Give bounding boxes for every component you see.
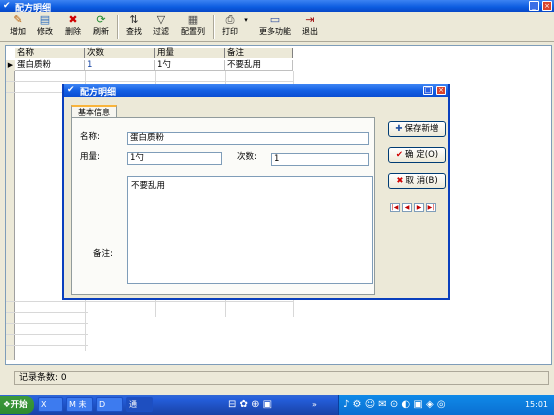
toolbar-edit-label: 修改 [37, 27, 53, 36]
column-header-name[interactable]: 名称 [15, 48, 85, 58]
toolbar-add-label: 增加 [10, 27, 26, 36]
maximize-button[interactable]: □ [423, 86, 433, 95]
amount-field[interactable]: 1勺 [127, 152, 222, 165]
toolbar-exit-label: 退出 [302, 27, 318, 36]
toolbar-find-label: 查找 [126, 27, 142, 36]
nav-prev-button[interactable]: ◀ [402, 203, 412, 212]
toolbar-exit-button[interactable]: ⇥ 退出 [297, 13, 323, 40]
toolbar-separator [117, 15, 119, 39]
toolbar-find-button[interactable]: ⇅ 查找 [121, 13, 147, 40]
main-titlebar: ✔ 配方明细 _ × [0, 0, 554, 14]
dialog-titlebar: ✔ 配方明细 □ × [64, 84, 448, 98]
more-icon: ▭ [269, 13, 281, 26]
confirm-label: 确 定(O) [405, 150, 439, 160]
save-new-button[interactable]: ✚ 保存新增 [388, 121, 446, 137]
add-icon: ✎ [13, 13, 23, 26]
taskbar-app-3[interactable]: D [96, 397, 123, 412]
taskbar-app-2[interactable]: M 未 [66, 397, 93, 412]
toolbar-print-label: 打印 [222, 27, 238, 36]
print-icon: ⎙ [225, 13, 235, 26]
tray-icons[interactable]: ♪ ⚙ ☺ ✉ ⊙ ◐ ▣ ◈ ◎ [343, 398, 446, 412]
toolbar-filter-button[interactable]: ▽ 过滤 [148, 13, 174, 40]
system-tray: ♪ ⚙ ☺ ✉ ⊙ ◐ ▣ ◈ ◎ 15:01 [338, 395, 554, 415]
nav-first-button[interactable]: |◀ [390, 203, 400, 212]
edit-icon: ▤ [39, 13, 51, 26]
minimize-button[interactable]: _ [529, 1, 539, 11]
formula-detail-dialog: ✔ 配方明细 □ × 基本信息 名称: 蛋白质粉 用量: 1勺 次数: 1 不要… [62, 84, 450, 300]
close-icon: ✖ [396, 176, 404, 186]
dialog-app-icon: ✔ [67, 85, 75, 95]
close-button[interactable]: × [542, 1, 552, 11]
print-dropdown-button[interactable]: ▾ [242, 13, 250, 40]
taskbar-app-1[interactable]: X [38, 397, 63, 412]
count-label: 次数: [237, 152, 257, 162]
checkmark-icon: ✔ [395, 150, 404, 160]
toolbar-edit-button[interactable]: ▤ 修改 [32, 13, 58, 40]
toolbar-more-label: 更多功能 [259, 27, 291, 36]
column-header-count[interactable]: 次数 [85, 48, 155, 58]
toolbar-config-columns-button[interactable]: ▦ 配置列 [177, 13, 209, 40]
toolbar-refresh-button[interactable]: ⟳ 刷新 [88, 13, 114, 40]
table-cell-name[interactable]: 蛋白质粉 [15, 60, 85, 71]
app-icon: ✔ [3, 1, 11, 11]
nav-last-button[interactable]: ▶| [426, 203, 436, 212]
toolbar-filter-label: 过滤 [153, 27, 169, 36]
delete-icon: ✖ [68, 13, 78, 26]
cancel-label: 取 消(B) [405, 176, 438, 186]
amount-label: 用量: [80, 152, 100, 162]
cancel-button[interactable]: ✖ 取 消(B) [388, 173, 446, 189]
filter-icon: ▽ [156, 13, 166, 26]
config-columns-icon: ▦ [187, 13, 199, 26]
dialog-title: 配方明细 [80, 88, 117, 98]
save-new-label: 保存新增 [404, 124, 439, 134]
start-label: 开始 [10, 400, 28, 410]
chevron-right-icon[interactable]: » [312, 398, 317, 412]
toolbar: ✎ 增加 ▤ 修改 ✖ 删除 ⟳ 刷新 ⇅ 查找 ▽ 过滤 ▦ 配置列 ⎙ 打印… [0, 12, 554, 42]
column-header-amount[interactable]: 用量 [155, 48, 225, 58]
toolbar-refresh-label: 刷新 [93, 27, 109, 36]
column-header-note[interactable]: 备注 [225, 48, 293, 58]
taskbar: ❖开始 X M 未 D 通 ⊟ ✿ ⊕ ▣ » ♪ ⚙ ☺ ✉ ⊙ ◐ ▣ ◈ … [0, 395, 554, 415]
chevron-down-icon: ▾ [244, 16, 248, 24]
table-cell-count[interactable]: 1 [85, 60, 155, 71]
name-field[interactable]: 蛋白质粉 [127, 132, 369, 145]
toolbar-separator [213, 15, 215, 39]
table-cell-note[interactable]: 不要乱用 [225, 60, 293, 71]
toolbar-more-button[interactable]: ▭ 更多功能 [255, 13, 295, 40]
toolbar-delete-label: 删除 [65, 27, 81, 36]
nav-next-button[interactable]: ▶ [414, 203, 424, 212]
row-selector-icon: ▶ [6, 60, 15, 71]
dialog-close-button[interactable]: × [436, 86, 446, 95]
exit-icon: ⇥ [305, 13, 315, 26]
find-icon: ⇅ [129, 13, 139, 26]
toolbar-print-button[interactable]: ⎙ 打印 [217, 13, 243, 40]
toolbar-add-button[interactable]: ✎ 增加 [5, 13, 31, 40]
refresh-icon: ⟳ [96, 13, 106, 26]
windows-logo-icon: ❖ [3, 400, 11, 410]
count-field[interactable]: 1 [271, 153, 369, 166]
clock[interactable]: 15:01 [525, 398, 548, 412]
name-label: 名称: [80, 132, 100, 142]
status-bar: 记录条数: 0 [14, 371, 549, 385]
note-field[interactable]: 不要乱用 [127, 176, 373, 284]
confirm-button[interactable]: ✔ 确 定(O) [388, 147, 446, 163]
taskbar-app-4[interactable]: 通 [126, 397, 153, 412]
toolbar-delete-button[interactable]: ✖ 删除 [60, 13, 86, 40]
table-cell-amount[interactable]: 1勺 [155, 60, 225, 71]
note-label: 备注: [93, 249, 113, 259]
quicklaunch-icons[interactable]: ⊟ ✿ ⊕ ▣ [228, 398, 272, 412]
basic-info-panel: 名称: 蛋白质粉 用量: 1勺 次数: 1 不要乱用 备注: [71, 117, 375, 295]
toolbar-config-columns-label: 配置列 [181, 27, 205, 36]
add-icon: ✚ [395, 124, 403, 134]
start-button[interactable]: ❖开始 [0, 396, 34, 414]
